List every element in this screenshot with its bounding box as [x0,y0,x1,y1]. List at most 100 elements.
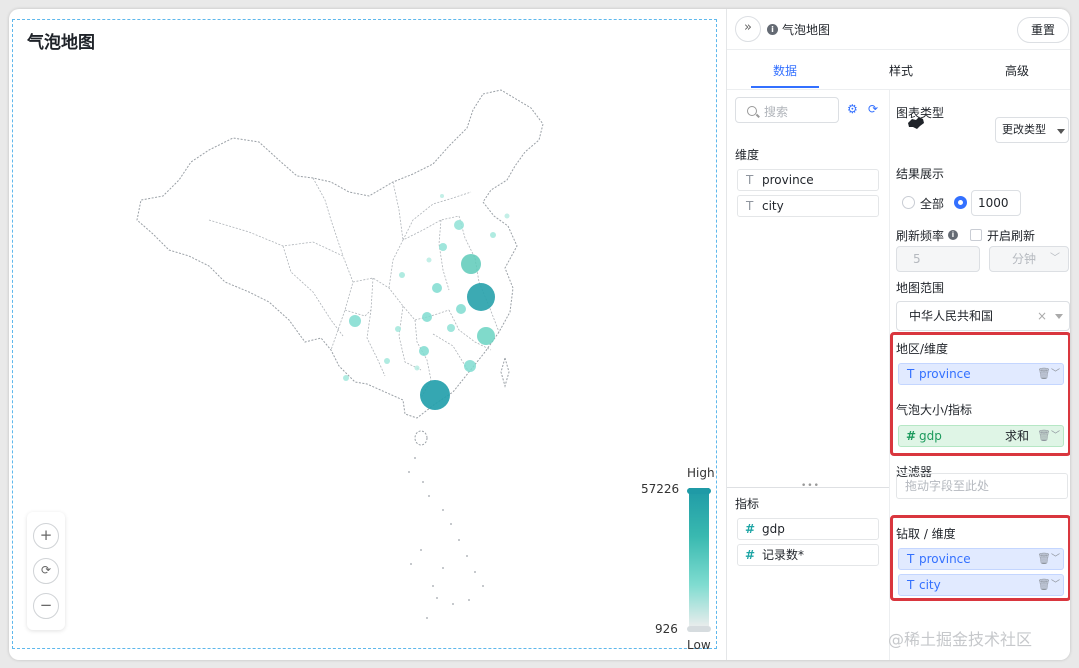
bubble-layer[interactable] [343,194,510,410]
refresh-rate-label: 刷新频率 [896,229,945,243]
bubble[interactable] [414,365,420,371]
tab-style[interactable]: 样式 [889,62,913,79]
panel-title: 气泡地图 [782,23,831,37]
field-name: city [919,578,941,592]
chevron-down-icon[interactable]: ﹀ [1051,549,1060,569]
field-name: province [919,367,971,381]
map-chart-icon [908,117,924,129]
bubble[interactable] [395,326,401,332]
bubble[interactable] [384,358,390,364]
chart-canvas[interactable]: 气泡地图 + ⟳ − High 57226 926 Low [12,19,718,652]
bubble[interactable] [419,346,429,356]
bubble[interactable] [477,327,495,345]
app-window: 气泡地图 + ⟳ − High 57226 926 Low » i 气泡地图 重… [9,9,1070,660]
panel-header: » i 气泡地图 重置 [727,9,1070,50]
search-icon [747,106,757,116]
legend-low-label: Low [687,638,711,652]
metric-section-label: 指标 [735,497,760,511]
panel-tabs: 数据 样式 高级 [727,49,1070,90]
zoom-in-button[interactable]: + [33,523,59,549]
text-type-icon: T [907,578,915,592]
bubble[interactable] [422,312,432,322]
field-name: city [762,199,784,213]
china-map[interactable] [13,20,718,650]
auto-refresh-label: 开启刷新 [987,229,1036,243]
dimension-field-province[interactable]: T province [737,169,879,191]
map-range-label: 地图范围 [896,281,945,295]
bubble[interactable] [504,213,510,219]
map-mainland-outline [136,89,544,419]
drill-dimension-label: 钻取 / 维度 [896,527,956,541]
chevron-down-icon[interactable]: ﹀ [1051,364,1060,384]
zoom-controls: + ⟳ − [27,512,65,630]
reset-view-button[interactable]: ⟳ [33,558,59,584]
refresh-unit-select[interactable]: 分钟 ﹀ [989,246,1069,272]
bubble[interactable] [432,283,442,293]
trash-icon[interactable]: 🗑 [1037,426,1051,446]
legend-high-label: High [687,466,715,480]
auto-refresh-checkbox[interactable] [970,229,982,241]
legend-max-value: 57226 [641,482,680,496]
active-tab-indicator [751,86,819,88]
field-name: gdp [919,429,942,443]
field-list: 搜索 ⚙ ⟳ 维度 T province T city ••• 指标 # gdp… [727,89,890,660]
refresh-icon[interactable]: ⟳ [868,102,878,116]
tab-advanced[interactable]: 高级 [1005,62,1029,79]
clear-icon[interactable]: × [1037,302,1047,330]
settings-icon[interactable]: ⚙ [847,102,858,116]
field-name: province [762,173,814,187]
map-taiwan [500,356,510,388]
metric-field-gdp[interactable]: # gdp [737,518,879,540]
watermark: @稀土掘金技术社区 [888,630,1033,649]
tab-data[interactable]: 数据 [773,62,797,79]
chevron-down-icon[interactable]: ﹀ [1051,575,1060,595]
dimension-section-label: 维度 [735,148,760,162]
bubble[interactable] [349,315,361,327]
dropdown-caret-icon [1057,129,1065,134]
drill-field-city[interactable]: T city 🗑 ﹀ [898,574,1064,596]
bubble[interactable] [439,243,447,251]
field-search-input[interactable]: 搜索 [735,97,839,123]
bubble[interactable] [447,324,455,332]
field-name: gdp [762,522,785,536]
refresh-interval-input[interactable]: 5 [896,246,980,272]
bubble[interactable] [464,360,476,372]
bubble[interactable] [490,232,496,238]
area-dimension-field[interactable]: T province 🗑 ﹀ [898,363,1064,385]
province-borders [208,177,500,399]
collapse-panel-button[interactable]: » [735,16,761,42]
bubble[interactable] [456,304,466,314]
change-type-dropdown[interactable]: 更改类型 [995,117,1069,143]
bubble[interactable] [440,194,444,198]
legend-max-handle[interactable] [687,488,711,494]
map-range-select[interactable]: 中华人民共和国 × [896,301,1070,331]
zoom-out-button[interactable]: − [33,593,59,619]
filter-drop-zone[interactable]: 拖动字段至此处 [896,473,1068,499]
result-limit-input[interactable]: 1000 [971,190,1021,216]
number-type-icon: # [745,522,756,536]
metric-field-record-count[interactable]: # 记录数* [737,544,879,566]
bubble-size-field[interactable]: # gdp 求和 🗑 ﹀ [898,425,1064,447]
bubble[interactable] [420,380,450,410]
field-name: province [919,552,971,566]
reset-button[interactable]: 重置 [1017,17,1069,43]
splitter-handle-icon[interactable]: ••• [801,481,820,491]
trash-icon[interactable]: 🗑 [1037,364,1051,384]
trash-icon[interactable]: 🗑 [1037,549,1051,569]
bubble[interactable] [343,375,349,381]
trash-icon[interactable]: 🗑 [1037,575,1051,595]
radio-limit[interactable] [954,196,967,209]
bubble[interactable] [454,220,464,230]
chevron-down-icon[interactable]: ﹀ [1051,426,1060,446]
chart-config: 图表类型 更改类型 结果展示 全部 1000 刷新频率 i 开启刷新 5 分钟 … [890,89,1070,660]
drill-field-province[interactable]: T province 🗑 ﹀ [898,548,1064,570]
bubble[interactable] [426,257,432,263]
radio-all[interactable] [902,196,915,209]
bubble[interactable] [467,283,495,311]
text-type-icon: T [907,552,915,566]
bubble[interactable] [399,272,405,278]
legend-min-handle[interactable] [687,626,711,632]
dimension-field-city[interactable]: T city [737,195,879,217]
config-panel: » i 气泡地图 重置 数据 样式 高级 搜索 ⚙ ⟳ 维度 T provinc… [726,9,1070,660]
bubble[interactable] [461,254,481,274]
